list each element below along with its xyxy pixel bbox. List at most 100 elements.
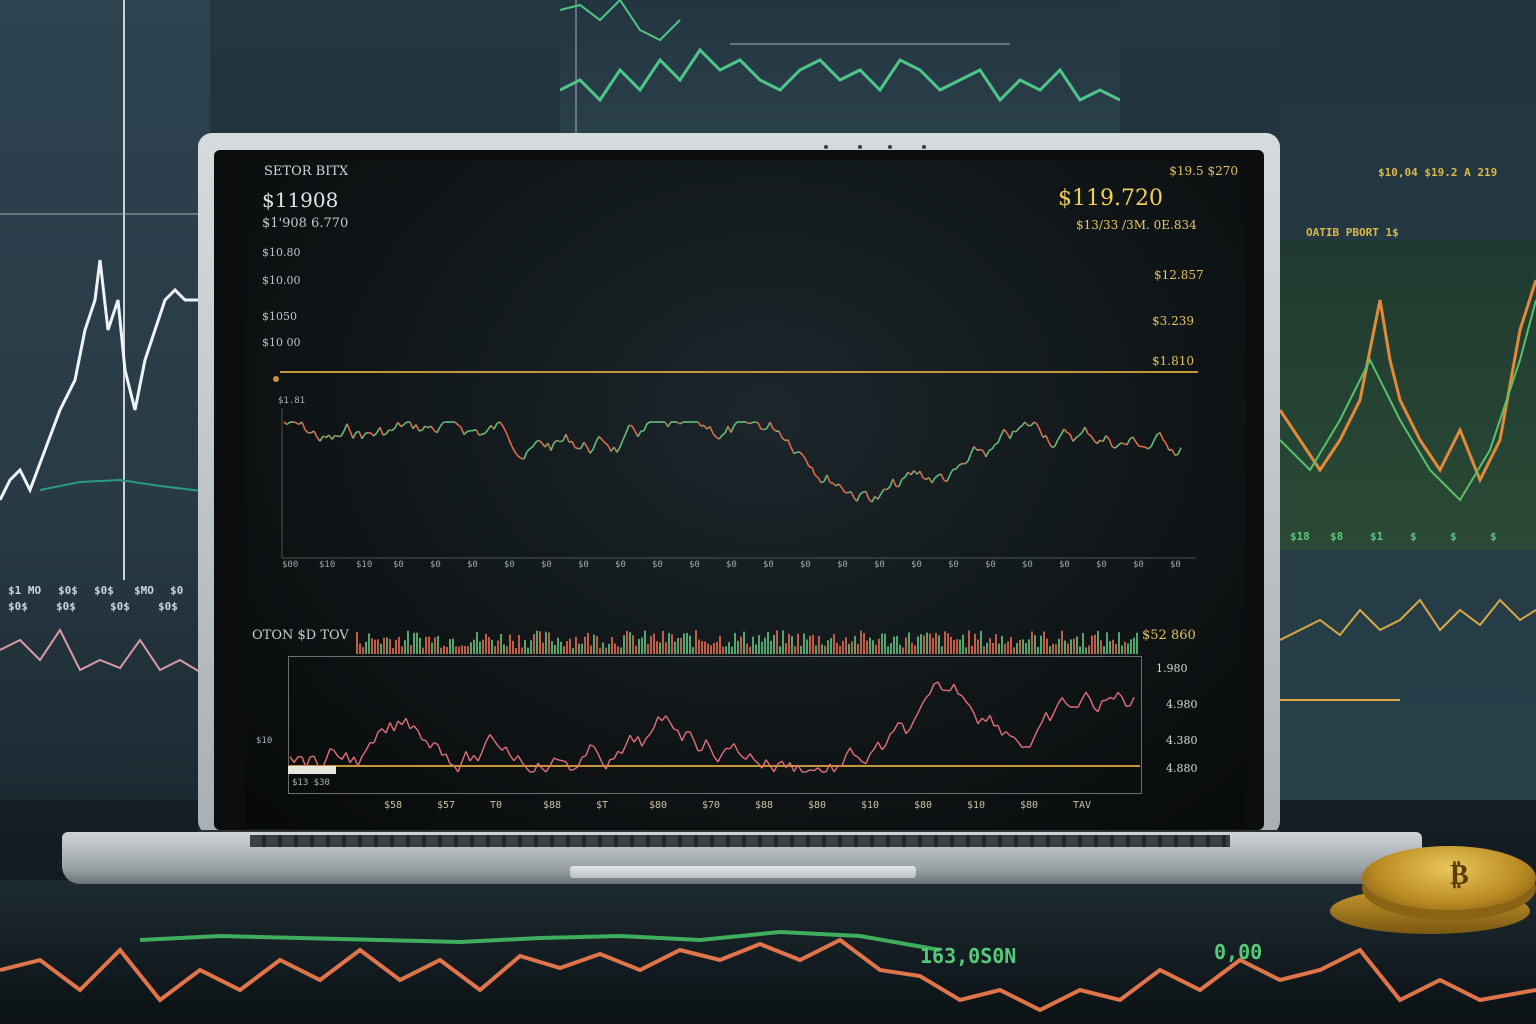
volume-bar [389, 639, 391, 654]
price-line-segment [367, 431, 372, 435]
volume-bar [608, 643, 610, 654]
price-line-segment [988, 448, 993, 452]
volume-bar [740, 636, 742, 654]
volume-bar [509, 634, 511, 654]
volume-bar [980, 630, 982, 654]
price-line-segment [514, 451, 519, 457]
volume-bar [791, 636, 793, 654]
webcam-dot-icon [922, 145, 926, 149]
volume-bar [686, 632, 688, 654]
price-line-segment [925, 476, 930, 481]
volume-bar [356, 632, 358, 654]
volume-bar [605, 647, 607, 654]
price-line-segment [721, 432, 726, 437]
x-axis-label: $0 [726, 560, 737, 570]
price-line-segment [346, 423, 351, 432]
volume-bar [866, 640, 868, 654]
volume-bar [521, 647, 523, 654]
volume-bar [593, 634, 595, 654]
price-line-segment [922, 477, 927, 481]
second-panel-left-label: $10 [256, 736, 273, 746]
volume-bar [983, 646, 985, 654]
volume-bar [629, 632, 631, 654]
price-line-segment [829, 481, 834, 485]
volume-bar [821, 644, 823, 654]
price-line-segment [466, 429, 471, 433]
volume-bar [515, 647, 517, 654]
volume-bar [611, 637, 613, 654]
volume-bar [458, 646, 460, 654]
volume-bar [830, 638, 832, 654]
price-line-segment [625, 424, 630, 434]
price-line-segment [1036, 423, 1041, 431]
price-line-segment [994, 442, 999, 446]
volume-bar [1058, 638, 1060, 654]
price-line-segment [817, 476, 822, 484]
volume-bar [1067, 643, 1069, 654]
price-line-segment [709, 426, 714, 434]
price-line-segment [724, 426, 729, 434]
price-line-segment [532, 441, 537, 447]
volume-bar [1010, 636, 1012, 654]
volume-bar [869, 637, 871, 654]
price-line-segment [631, 425, 636, 432]
price-line-segment [379, 426, 384, 436]
price-line-segment [523, 451, 528, 460]
price-line-segment [973, 445, 978, 451]
volume-bar [959, 639, 961, 654]
volume-bar [1061, 630, 1063, 654]
price-line-segment [499, 421, 504, 427]
volume-bar [1043, 631, 1045, 654]
volume-bar [362, 647, 364, 654]
volume-bar [602, 642, 604, 654]
x-axis-label: $0 [541, 560, 552, 570]
volume-bar [836, 642, 838, 654]
price-line-segment [454, 421, 459, 426]
volume-bar [941, 646, 943, 654]
price-line-segment [1177, 447, 1182, 455]
volume-bar [956, 639, 958, 654]
volume-bar [752, 636, 754, 654]
price-right: $119.720 [1058, 186, 1163, 211]
x-axis-label: $10 [356, 560, 373, 570]
price-line-segment [1054, 439, 1059, 447]
volume-bar [1115, 643, 1117, 654]
top-right-label: $19.5 $270 [1169, 164, 1238, 178]
price-line-segment [1132, 436, 1137, 443]
price-line-segment [1033, 421, 1038, 425]
price-line-segment [403, 421, 408, 425]
price-line-segment [772, 428, 777, 432]
bottom-axis-label: $80 [808, 800, 827, 811]
volume-bar [656, 641, 658, 654]
price-line-segment [859, 491, 864, 495]
bottom-axis-label: TAV [1073, 800, 1092, 811]
volume-bar [857, 644, 859, 654]
price-line-segment [550, 442, 555, 451]
price-line-segment [898, 478, 903, 487]
x-axis-label: $0 [911, 560, 922, 570]
price-line-segment [940, 473, 945, 481]
volume-bar [1040, 635, 1042, 654]
price-line-segment [1150, 439, 1155, 448]
price-line-segment [1045, 435, 1050, 443]
price-line-segment [340, 430, 345, 437]
volume-bar [614, 643, 616, 654]
background-left-chart [0, 0, 210, 673]
laptop-screen: SETOR BITX $11908 $1'908 6.770 $10.80 $1… [246, 160, 1246, 828]
x-axis-label: $0 [578, 560, 589, 570]
price-line-segment [991, 444, 996, 450]
volume-bar [365, 641, 367, 654]
volume-bar [548, 632, 550, 654]
price-line-segment [904, 471, 909, 478]
price-line-segment [1066, 431, 1071, 435]
price-line-segment [508, 439, 513, 447]
volume-bar [503, 644, 505, 654]
price-line-segment [421, 425, 426, 431]
volume-bar [803, 633, 805, 654]
volume-bar [932, 637, 934, 654]
price-line-segment [511, 445, 516, 453]
background-right-axis: $18 [1290, 530, 1310, 543]
price-line-segment [481, 432, 486, 436]
price-line-segment [646, 421, 651, 425]
price-line-segment [595, 436, 600, 443]
